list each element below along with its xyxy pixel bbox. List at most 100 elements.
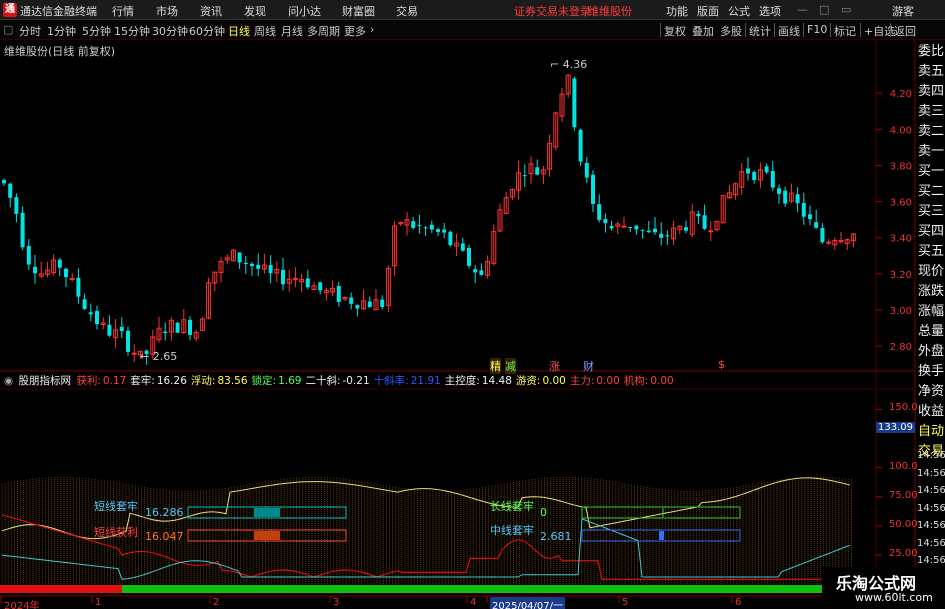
indicator-item-value: 0.00 (650, 375, 674, 387)
btn-draw[interactable]: 画线 (778, 23, 800, 39)
candle-down (442, 229, 447, 233)
indicator-item-label: 主控度: (444, 375, 480, 387)
candle-down (95, 311, 99, 325)
toggle-panel-icon[interactable]: ▢ (3, 23, 13, 36)
sidebar-item[interactable]: 买一 (917, 162, 945, 182)
sidebar-item[interactable]: 净资 (917, 382, 945, 402)
menu-functions[interactable]: 功能 (666, 3, 688, 19)
candle-down (336, 285, 341, 303)
candle-down (783, 190, 788, 204)
candle-up (621, 225, 627, 228)
sidebar-item[interactable]: 涨跌 (917, 282, 945, 302)
period-30min[interactable]: 30分钟 (152, 23, 188, 39)
menu-news[interactable]: 资讯 (200, 3, 222, 19)
bottom-red-bar (0, 585, 122, 593)
mid-trap-value: 2.681 (540, 530, 572, 543)
candle-down (429, 224, 434, 230)
period-15min[interactable]: 15分钟 (114, 23, 150, 39)
period-5min[interactable]: 5分钟 (82, 23, 111, 39)
sidebar-item[interactable]: 卖二 (917, 122, 945, 142)
candle-down (436, 229, 440, 232)
period-timeshare[interactable]: 分时 (19, 23, 41, 39)
period-1min[interactable]: 1分钟 (47, 23, 76, 39)
sidebar-item[interactable]: 总量 (917, 322, 945, 342)
candle-down (281, 269, 285, 285)
maximize-icon[interactable]: □ (819, 3, 829, 16)
sidebar-item[interactable]: 卖五 (917, 62, 945, 82)
btn-f10[interactable]: F10 (807, 23, 827, 36)
sidebar-item[interactable]: 买五 (917, 242, 945, 262)
btn-multi-stock[interactable]: 多股 (720, 23, 742, 39)
sidebar-item[interactable]: 委比 (917, 42, 945, 62)
sidebar-item[interactable]: 收益 (917, 402, 945, 422)
sidebar-item[interactable]: 买三 (917, 202, 945, 222)
chevron-right-icon[interactable]: › (370, 23, 374, 36)
restore-icon[interactable]: ▭ (841, 3, 851, 16)
candle-down (801, 202, 806, 217)
sidebar-item[interactable]: 外盘 (917, 342, 945, 362)
btn-mark[interactable]: 标记 (834, 23, 856, 39)
menu-trade[interactable]: 交易 (396, 3, 418, 19)
candle-down (746, 168, 750, 174)
indicator-item-label: 套牢: (130, 375, 155, 387)
date-label: 1 (95, 597, 102, 608)
menu-wealth[interactable]: 财富圈 (342, 3, 375, 19)
btn-back[interactable]: 返回 (894, 23, 916, 39)
kline-chart[interactable]: 4.20 4.00 3.80 3.60 3.40 3.20 3.00 2.80 (0, 40, 945, 609)
candle-down (653, 228, 657, 233)
menu-quotes[interactable]: 行情 (112, 3, 134, 19)
sidebar-item[interactable]: 涨幅 (917, 302, 945, 322)
period-60min[interactable]: 60分钟 (189, 23, 225, 39)
period-daily[interactable]: 日线 (228, 23, 250, 39)
time-label: 14:56 (917, 467, 945, 479)
date-label: 6 (735, 597, 742, 608)
minimize-icon[interactable]: — (797, 3, 808, 16)
sidebar-item[interactable]: 卖一 (917, 142, 945, 162)
indicator-bar: ◉ 股朋指标网 获利: 0.17 套牢: 16.26 浮动: 83.56 锁定: 1.69 二十… (0, 373, 680, 389)
sidebar-item[interactable]: 卖四 (917, 82, 945, 102)
candle-down (535, 167, 540, 175)
candle-down (770, 170, 775, 188)
menu-layout[interactable]: 版面 (697, 3, 719, 19)
menu-formula[interactable]: 公式 (728, 3, 750, 19)
menu-discover[interactable]: 发现 (244, 3, 266, 19)
watermark-url: www.60lt.com (855, 591, 933, 604)
candle-down (578, 129, 583, 162)
candle-up (131, 352, 137, 355)
candle-down (417, 224, 422, 226)
period-monthly[interactable]: 月线 (281, 23, 303, 39)
btn-overlay[interactable]: 叠加 (692, 23, 714, 39)
candle-down (665, 235, 670, 237)
app-logo-icon: 通 (3, 3, 17, 17)
candle-down (696, 213, 701, 217)
period-weekly[interactable]: 周线 (254, 23, 276, 39)
indicator-item-value: 14.48 (481, 375, 512, 387)
sidebar-item[interactable]: 卖三 (917, 102, 945, 122)
long-trap-label: 长线套牢 (490, 500, 534, 513)
btn-stats[interactable]: 统计 (749, 23, 771, 39)
sidebar-item[interactable]: 买四 (917, 222, 945, 242)
candle-down (752, 171, 757, 181)
mid-trap-fill (659, 531, 664, 540)
indicator-item-label: 十斜率: (373, 375, 409, 387)
sidebar-item[interactable]: 换手 (917, 362, 945, 382)
candle-down (64, 268, 68, 278)
btn-restore-rights[interactable]: 复权 (664, 23, 686, 39)
menu-ask[interactable]: 问小达 (288, 3, 321, 19)
candle-up (292, 277, 298, 280)
candle-down (14, 197, 19, 214)
sidebar-item[interactable]: 买二 (917, 182, 945, 202)
menu-market[interactable]: 市场 (156, 3, 178, 19)
buy-mark-4: 财 (583, 360, 594, 373)
indicator-item: 十斜率: 21.91 (374, 375, 443, 387)
sidebar-item[interactable]: 自动 (917, 422, 945, 442)
sidebar-item[interactable]: 现价 (917, 262, 945, 282)
indicator-name[interactable]: 股朋指标网 (19, 375, 72, 387)
login-warning[interactable]: 证券交易未登录 (514, 3, 591, 19)
user-guest[interactable]: 游客 (892, 3, 914, 19)
period-more[interactable]: 更多 (344, 23, 366, 39)
period-multi[interactable]: 多周期 (307, 23, 340, 39)
price-tick-label: 3.40 (890, 234, 912, 245)
indicator-toggle-icon[interactable]: ◉ (4, 375, 13, 387)
menu-options[interactable]: 选项 (759, 3, 781, 19)
